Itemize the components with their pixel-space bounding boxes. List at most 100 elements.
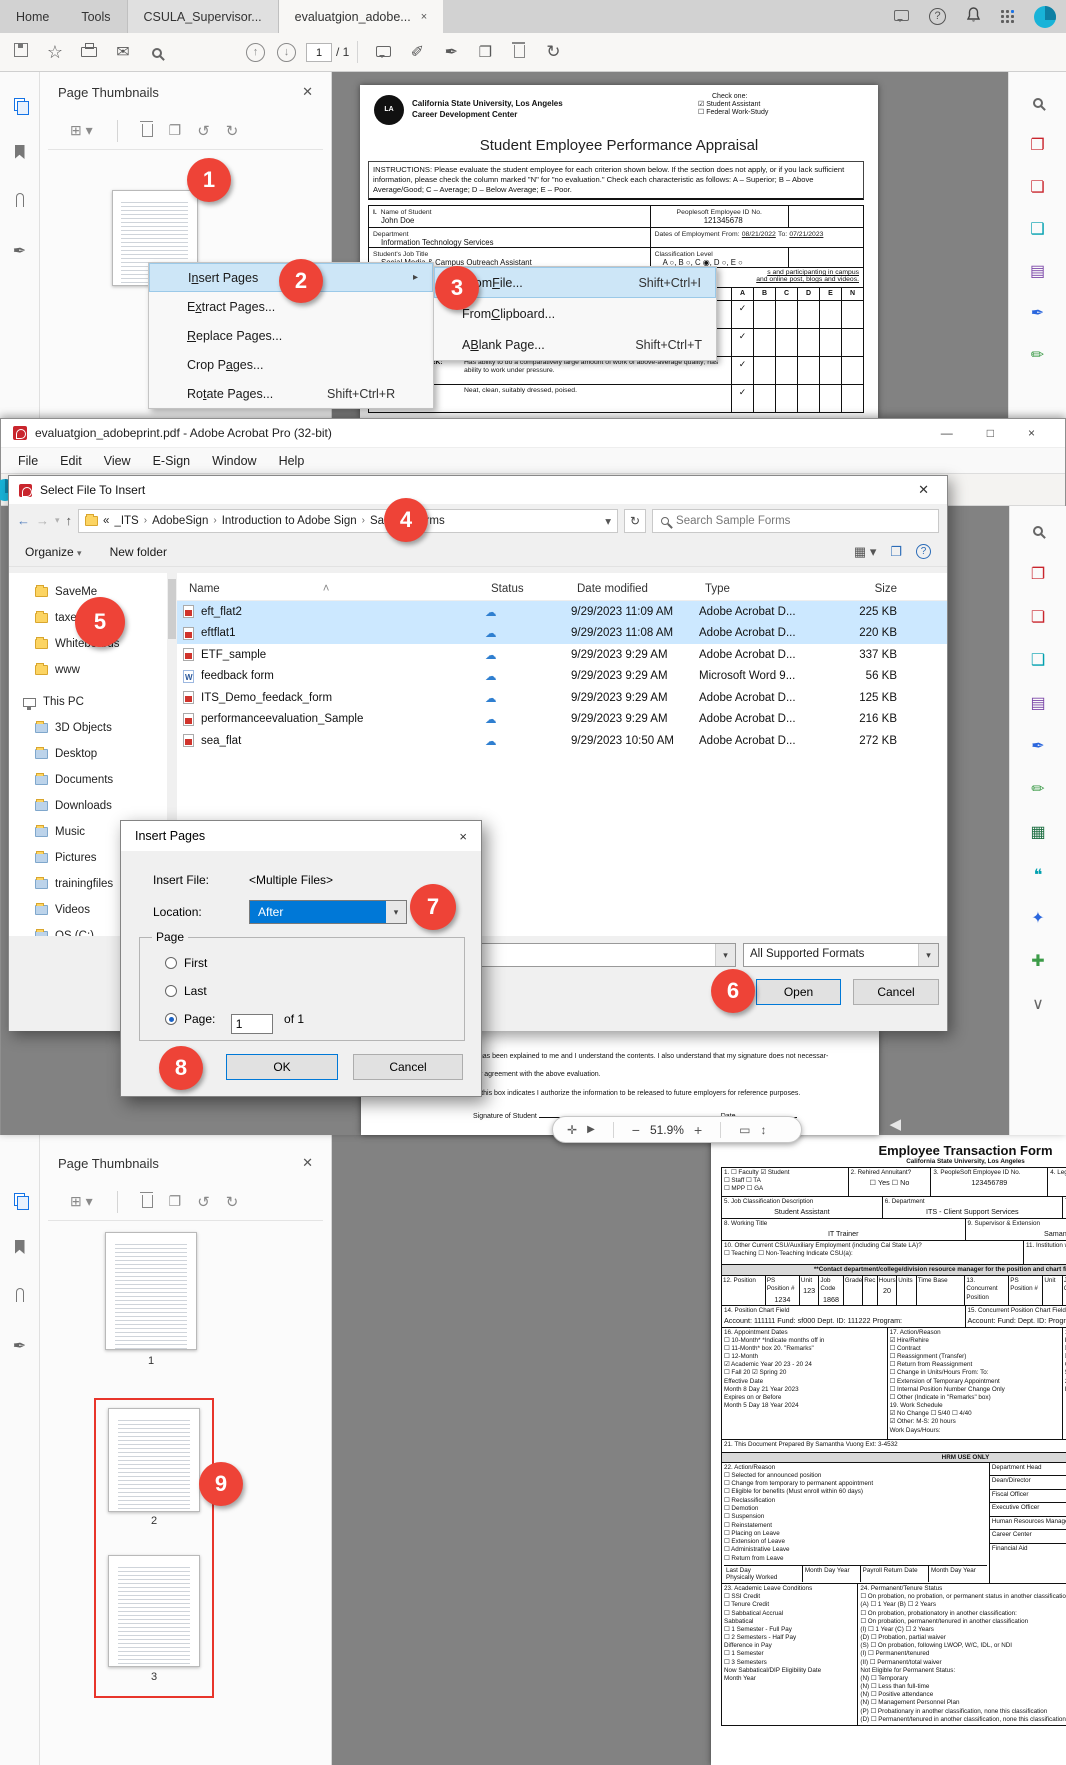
avatar[interactable] [1034,5,1056,28]
col-date[interactable]: Date modified [571,583,699,595]
close-panel-icon-2[interactable]: ✕ [302,1155,313,1171]
pc-folder-item[interactable]: Downloads [9,793,167,819]
fill-sign-icon[interactable]: ✒ [1031,306,1044,322]
student-assistant-checkbox[interactable]: ☑ Student Assistant [698,100,768,108]
address-dropdown-icon[interactable]: ▾ [605,514,611,528]
quick-access-folder[interactable]: www [9,657,167,683]
rotate-cw-icon[interactable]: ↻ [226,122,239,140]
up-icon[interactable]: ↑ [66,513,73,528]
new-folder-button[interactable]: New folder [110,545,167,559]
file-row[interactable]: eft_flat2 ☁ 9/29/2023 11:09 AM Adobe Acr… [177,601,947,623]
address-bar[interactable]: « _ITS › AdobeSign › Introduction to Adobe… [78,508,619,533]
insert-cancel-button[interactable]: Cancel [353,1054,463,1080]
menu-item[interactable]: E-Sign [142,454,202,468]
bookmarks-icon-2[interactable] [14,1240,25,1254]
minimize-icon[interactable]: — [941,426,953,440]
radio-page[interactable]: Page: 1 of 1 [165,1012,304,1034]
thumbnail-options-icon[interactable]: ⊞ ▾ [70,122,93,139]
trash-icon[interactable] [502,42,536,62]
select-tool-icon[interactable]: ▶ [587,1124,595,1135]
refresh-icon[interactable]: ↻ [624,508,647,533]
context-menu-item[interactable]: Ro t ate Pages... Shift+Ctrl+R [149,379,433,408]
file-dialog-close-icon[interactable]: ✕ [910,482,937,498]
star-icon[interactable]: ☆ [38,42,72,63]
tab-evaluatgion-adobe[interactable]: evaluatgion_adobe... × [278,0,444,33]
help-icon[interactable]: ? [929,8,946,25]
feedback-icon[interactable] [894,9,909,24]
file-row[interactable]: feedback form ☁ 9/29/2023 9:29 AM Micros… [177,666,947,688]
redo-icon[interactable]: ↻ [536,42,570,62]
submenu-item[interactable]: From Clipboard... [434,298,716,329]
thumbnail-page-1[interactable] [105,1232,197,1350]
insert-dialog-close-icon[interactable]: × [459,829,467,844]
export-pdf-icon[interactable]: ❐ [1030,138,1044,154]
file-type-filter[interactable]: All Supported Formats ▾ [743,943,939,967]
menu-item[interactable]: Edit [49,454,93,468]
breadcrumb-adobesign[interactable]: AdobeSign [152,515,208,527]
cancel-button[interactable]: Cancel [853,979,939,1005]
preview-pane-icon[interactable]: ❐ [890,544,902,560]
view-options-icon[interactable]: ▦ ▾ [854,544,876,560]
previous-page-icon[interactable]: ↑ [246,42,265,62]
add-tools-icon[interactable]: ✚ [1031,954,1044,970]
thumbnail-page-3[interactable] [108,1555,200,1667]
forward-icon[interactable]: → [36,513,49,528]
create-pdf-icon[interactable]: ❏ [1030,180,1044,196]
location-dropdown-arrow[interactable]: ▾ [386,901,406,923]
breadcrumb-its[interactable]: _ITS [114,515,138,527]
file-row[interactable]: sea_flat ☁ 9/29/2023 10:50 AM Adobe Acro… [177,730,947,752]
pc-folder-item[interactable]: 3D Objects [9,715,167,741]
save-icon[interactable] [4,43,38,61]
menu-item[interactable]: File [7,454,49,468]
combine-files-icon[interactable]: ❑ [1030,222,1044,238]
radio-first[interactable]: First [165,956,207,970]
menu-item[interactable]: Help [268,454,316,468]
page-number-input[interactable]: 1 [306,42,332,62]
thumbnail-options-icon-2[interactable]: ⊞ ▾ [70,1193,93,1210]
col-size[interactable]: Size [819,583,911,595]
email-icon[interactable]: ✉ [106,42,140,62]
attachments-icon[interactable] [15,193,24,207]
zoom-in-icon[interactable]: + [694,1122,702,1138]
radio-last[interactable]: Last [165,984,207,998]
delete-pages-icon[interactable] [139,120,153,141]
menu-item[interactable]: View [93,454,142,468]
window2-title-bar[interactable]: evaluatgion_adobeprint.pdf - Adobe Acrob… [1,419,1065,448]
col-status[interactable]: Status [485,583,571,595]
search-tool-icon[interactable] [1032,94,1043,112]
open-button[interactable]: Open [756,979,841,1005]
sign-pen-icon[interactable]: ✒ [434,42,468,62]
fit-height-icon[interactable]: ↕ [761,1123,767,1137]
edit-pdf-icon[interactable]: ✏ [1031,348,1044,364]
back-icon[interactable]: ← [17,513,30,528]
tab-csula-supervisor[interactable]: CSULA_Supervisor... [126,0,279,33]
comment-icon[interactable] [366,44,400,61]
rotate-ccw-icon-2[interactable]: ↺ [197,1193,210,1211]
edit-pdf-icon-2[interactable]: ✏ [1031,782,1044,798]
tab-tools[interactable]: Tools [65,0,126,33]
panel-collapse-handle[interactable]: ◀ [889,1115,901,1133]
page-number-field[interactable]: 1 [230,1014,273,1034]
combine-files-icon-2[interactable]: ❑ [1031,653,1045,669]
extract-pages-icon-2[interactable]: ❐ [169,1193,182,1210]
breadcrumb-intro[interactable]: Introduction to Adobe Sign [222,515,357,527]
col-name[interactable]: Name [183,583,220,595]
insert-dialog-title-bar[interactable]: Insert Pages × [121,821,481,851]
maximize-icon[interactable]: □ [987,426,994,440]
close-window-icon[interactable]: × [1028,426,1035,440]
file-row[interactable]: ITS_Demo_feedack_form ☁ 9/29/2023 9:29 A… [177,687,947,709]
pc-folder-item[interactable]: Desktop [9,741,167,767]
print-icon[interactable] [72,43,106,61]
menu-item[interactable]: Window [201,454,267,468]
page-thumbnails-icon-2[interactable] [14,1193,29,1210]
thumbnail-page-2[interactable] [108,1408,200,1512]
file-row[interactable]: eftflat1 ☁ 9/29/2023 11:08 AM Adobe Acro… [177,622,947,644]
rotate-cw-icon-2[interactable]: ↻ [226,1193,239,1211]
protect-icon[interactable]: ✦ [1031,911,1044,927]
dialog-help-icon[interactable]: ? [916,544,931,559]
apps-grid-icon[interactable] [1001,10,1014,23]
signatures-icon-2[interactable]: ✒ [13,1336,26,1356]
delete-pages-icon-2[interactable] [139,1191,153,1212]
close-panel-icon[interactable]: ✕ [302,84,313,100]
ok-button[interactable]: OK [226,1054,338,1080]
